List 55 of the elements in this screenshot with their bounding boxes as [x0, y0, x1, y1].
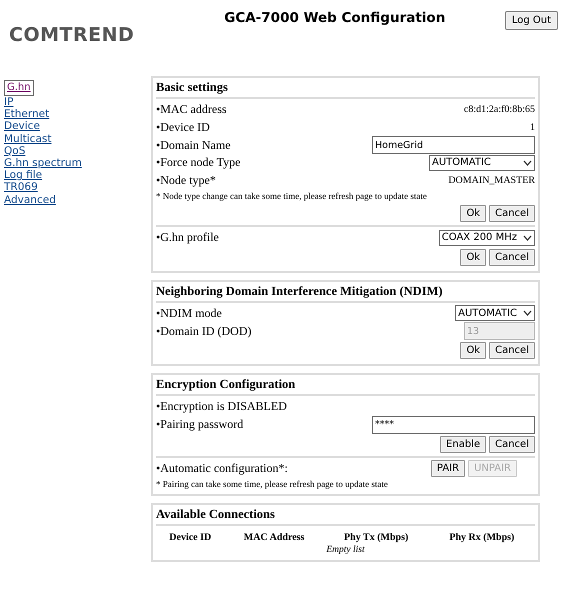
field-label: •Device ID — [156, 120, 210, 135]
field-value: DOMAIN_MASTER — [448, 174, 535, 186]
dropdown[interactable]: AUTOMATIC — [429, 154, 535, 171]
nav-link[interactable]: G.hn — [4, 80, 34, 96]
form-button[interactable]: Cancel — [489, 342, 535, 359]
caret-icon — [523, 310, 532, 316]
form-button[interactable]: PAIR — [430, 460, 466, 477]
nav-link[interactable]: TR069 — [4, 181, 38, 194]
column-header: Device ID — [168, 531, 212, 545]
dropdown[interactable]: AUTOMATIC — [455, 305, 535, 322]
column-header: MAC Address — [242, 531, 306, 545]
field-label: •Node type* — [156, 172, 216, 188]
form-button[interactable]: Ok — [460, 342, 486, 359]
nav-link[interactable]: Ethernet — [4, 108, 50, 120]
panel-title: Available Connections — [156, 505, 535, 526]
form-button[interactable]: Enable — [440, 436, 486, 452]
field-label: •Automatic configuration*: — [156, 460, 288, 476]
input-field[interactable]: **** — [372, 416, 535, 434]
note-text: * Node type change can take some time, please refresh page to update state — [156, 190, 428, 203]
panel-title: Encryption Configuration — [156, 375, 535, 396]
caret-icon — [523, 234, 532, 241]
logout-button[interactable]: Log Out — [504, 11, 558, 30]
field-label: •NDIM mode — [156, 306, 222, 321]
field-label: •Force node Type — [156, 155, 240, 170]
form-button[interactable]: Cancel — [489, 205, 535, 222]
nav-link[interactable]: IP — [4, 96, 14, 108]
empty-message: Empty list — [326, 545, 365, 555]
column-header: Phy Tx (Mbps) — [324, 528, 429, 545]
field-label: •G.hn profile — [156, 230, 219, 246]
nav-link[interactable]: Device — [4, 120, 40, 133]
form-button[interactable]: Cancel — [489, 436, 535, 452]
field-label: •Domain ID (DOD) — [156, 324, 252, 338]
status-text: •Encryption is DISABLED — [156, 399, 287, 414]
column-header: Phy Rx (Mbps) — [448, 531, 516, 545]
nav-link[interactable]: Advanced — [4, 194, 56, 206]
form-button[interactable]: Ok — [460, 248, 486, 266]
dropdown[interactable]: COAX 200 MHz — [438, 230, 535, 246]
note-text: * Pairing can take some time, please refresh page to update state — [156, 478, 389, 491]
field-label: •MAC address — [156, 102, 227, 118]
field-label: •Pairing password — [156, 417, 244, 432]
field-value: 1 — [530, 122, 535, 133]
nav-link[interactable]: G.hn spectrum — [4, 157, 82, 170]
caret-icon — [523, 160, 532, 166]
nav-link[interactable]: QoS — [4, 144, 26, 158]
form-button[interactable]: Ok — [460, 205, 486, 222]
input-field[interactable]: HomeGrid — [372, 136, 535, 154]
nav-link[interactable]: Log file — [4, 169, 42, 182]
panel-title: Basic settings — [156, 78, 535, 99]
logo: COMTREND — [9, 24, 134, 46]
field-value: c8:d1:2a:f0:8b:65 — [464, 104, 535, 116]
field-label: •Domain Name — [156, 138, 231, 152]
panel-title: Neighboring Domain Interference Mitigation (NDIM) — [156, 282, 535, 302]
page-title: GCA-7000 Web Configuration — [224, 10, 446, 26]
nav-link[interactable]: Multicast — [4, 132, 52, 145]
form-button[interactable]: Cancel — [489, 248, 535, 266]
